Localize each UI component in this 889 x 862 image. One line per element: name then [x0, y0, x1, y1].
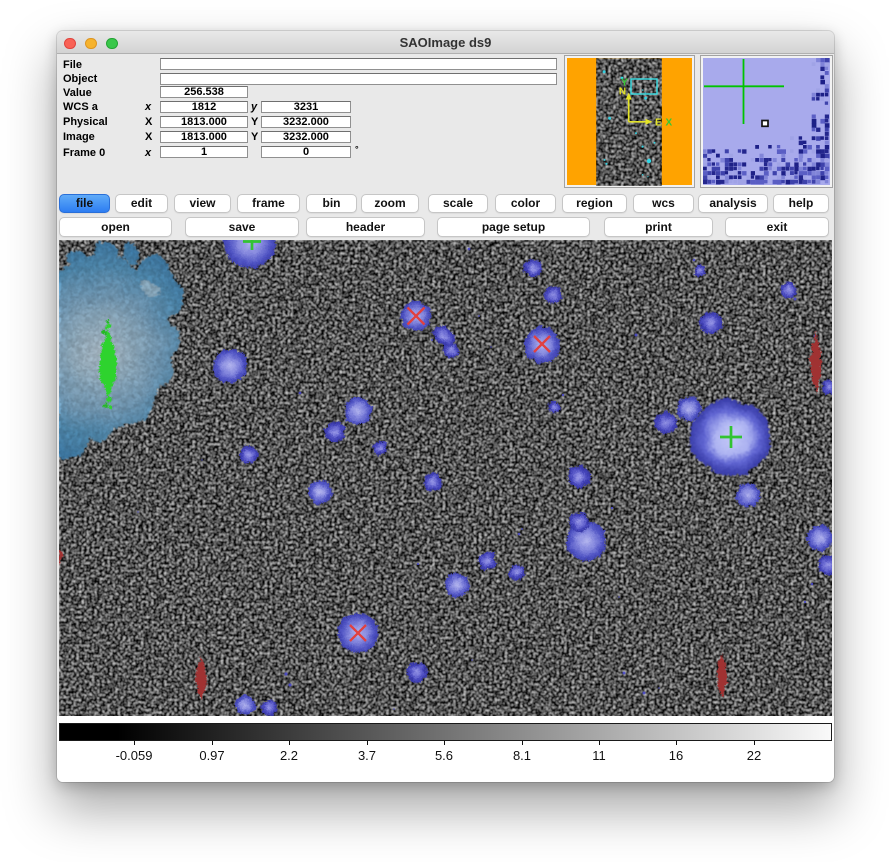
- svg-text:Y: Y: [621, 78, 628, 89]
- svg-text:E: E: [655, 118, 662, 129]
- svg-text:X: X: [666, 118, 673, 129]
